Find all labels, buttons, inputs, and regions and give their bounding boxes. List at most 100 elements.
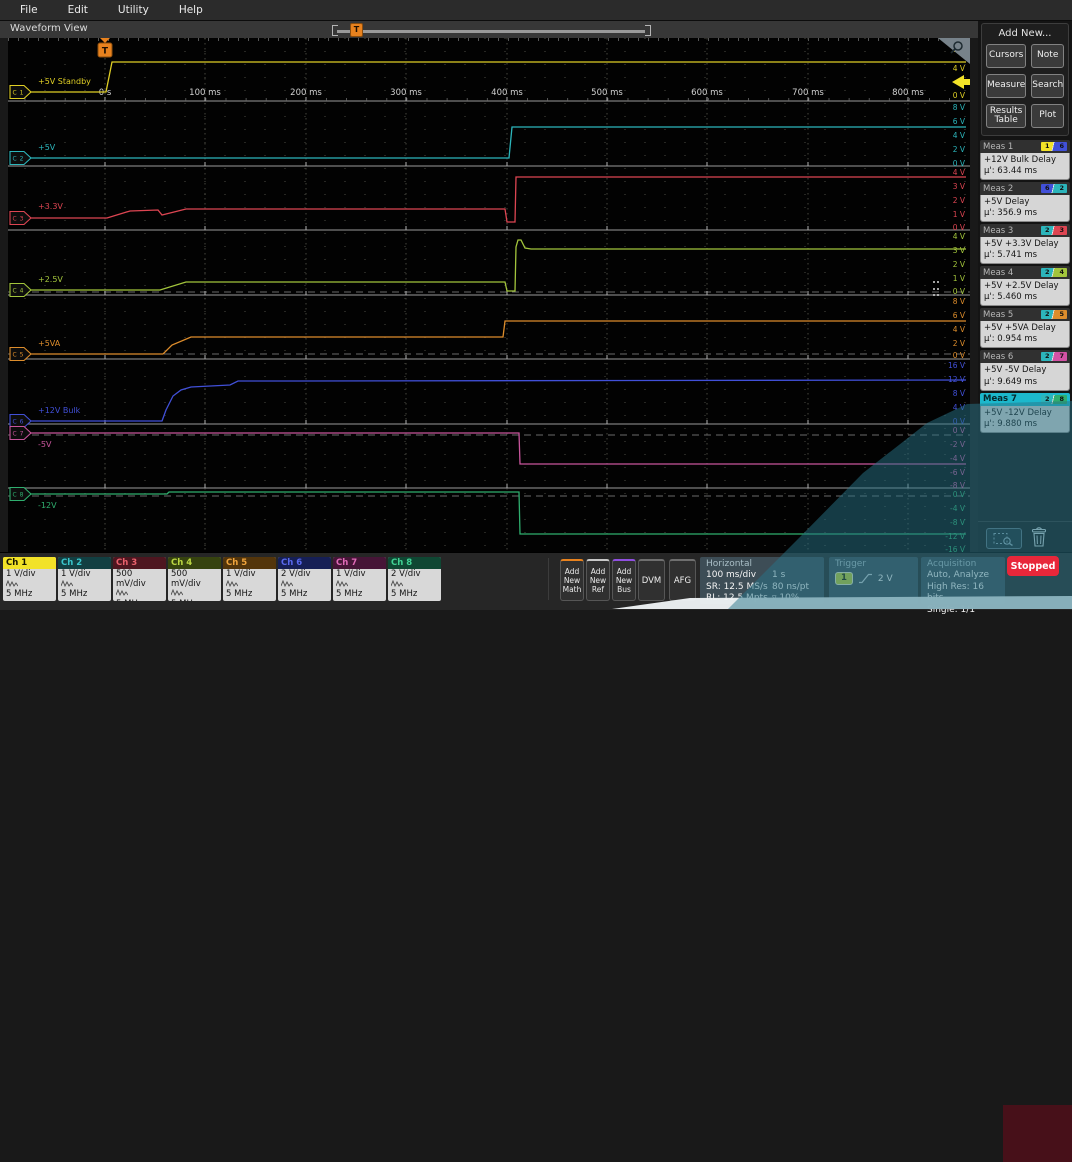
axis-label: 0 V [953, 91, 966, 100]
trigger-position-marker[interactable]: T [350, 23, 363, 37]
channel-bandwidth: 5 MHz [6, 590, 53, 600]
measurement-item-7[interactable]: Meas 728+5V -12V Delayµ': 9.880 ms [980, 393, 1070, 433]
channel-badge-ch7[interactable]: Ch 71 V/div5 MHz [333, 557, 386, 601]
axis-label: 4 V [953, 325, 966, 334]
axis-label: -4 V [950, 504, 966, 513]
measurement-item-4[interactable]: Meas 424+5V +2.5V Delayµ': 5.460 ms [980, 266, 1070, 306]
channel-handle-C1[interactable]: C 1 [10, 86, 31, 99]
measurement-body: +5V +3.3V Delayµ': 5.741 ms [980, 237, 1070, 264]
dvm-button[interactable]: DVM [638, 559, 665, 601]
trace-+2.5V [10, 240, 966, 291]
channel-name-label: +5V [38, 143, 56, 152]
add-new-math-button[interactable]: Add New Math [560, 559, 584, 601]
axis-label: 4 V [953, 64, 966, 73]
channel-scale: 2 V/div [391, 570, 438, 580]
channel-badge-header: Ch 2 [58, 557, 111, 569]
trace-+5VA [10, 321, 966, 354]
axis-label: 4 V [953, 403, 966, 412]
run-stop-button[interactable]: Stopped [1007, 556, 1059, 576]
axis-label: 8 V [953, 297, 966, 306]
axis-label: 3 V [953, 182, 966, 191]
channel-scale: 1 V/div [336, 570, 383, 580]
axis-label: -6 V [950, 468, 966, 477]
waveform-view-tab[interactable]: Waveform View T [0, 21, 978, 38]
measurement-source-badge: 28 [1041, 395, 1067, 404]
horizontal-row: SR: 12.5 MS/s80 ns/pt [706, 582, 818, 594]
channel-handle-C3[interactable]: C 3 [10, 212, 31, 225]
waveform-plot-area[interactable]: 0 s100 ms200 ms300 ms400 ms500 ms600 ms7… [8, 38, 970, 552]
separator [548, 558, 549, 600]
measurement-list: Meas 116+12V Bulk Delayµ': 63.44 msMeas … [980, 140, 1070, 433]
measurement-name: Meas 3 [983, 226, 1013, 236]
channel-bandwidth: 5 MHz [61, 590, 108, 600]
trace-+12V Bulk [10, 380, 966, 421]
measurement-item-6[interactable]: Meas 627+5V -5V Delayµ': 9.649 ms [980, 350, 1070, 390]
channel-badge-ch6[interactable]: Ch 62 V/div5 MHz [278, 557, 331, 601]
add-new-cursors-button[interactable]: Cursors [986, 44, 1026, 68]
measurement-name: Meas 6 [983, 352, 1013, 362]
add-new-ref-button[interactable]: Add New Ref [586, 559, 610, 601]
measurement-value: µ': 5.460 ms [984, 292, 1066, 303]
axis-label: -8 V [950, 481, 966, 490]
channel-bandwidth: 5 MHz [336, 590, 383, 600]
add-new-measure-button[interactable]: Measure [986, 74, 1026, 98]
add-new-title: Add New... [986, 28, 1064, 39]
acquisition-settings-panel[interactable]: Acquisition Auto, AnalyzeHigh Res: 16 bi… [921, 557, 1005, 604]
measurement-item-5[interactable]: Meas 525+5V +5VA Delayµ': 0.954 ms [980, 308, 1070, 348]
channel-handle-C6[interactable]: C 6 [10, 415, 31, 428]
measurement-source-badge: 25 [1041, 310, 1067, 319]
measurement-item-3[interactable]: Meas 3 23 +5V +3.3V Delayµ': 5.741 ms [980, 224, 1070, 264]
trigger-settings-panel[interactable]: Trigger 1 2 V [829, 557, 918, 604]
time-axis-label: 200 ms [290, 88, 322, 98]
channel-name-label: +3.3V [38, 202, 63, 211]
add-new-bus-button[interactable]: Add New Bus [612, 559, 636, 601]
channel-badge-ch3[interactable]: Ch 3500 mV/div5 MHz [113, 557, 166, 601]
channel-handle-C7[interactable]: C 7 [10, 427, 31, 440]
trash-button[interactable] [1030, 526, 1048, 552]
trigger-t-flag-icon[interactable]: T [98, 38, 112, 57]
trigger-level-arrow-icon[interactable] [952, 75, 970, 89]
svg-text:C 7: C 7 [13, 431, 24, 438]
horizontal-settings-panel[interactable]: Horizontal 100 ms/div1 sSR: 12.5 MS/s80 … [700, 557, 824, 604]
svg-text:C 3: C 3 [13, 216, 24, 223]
channel-bandwidth: 5 MHz [226, 590, 273, 600]
menu-item-utility[interactable]: Utility [118, 4, 149, 16]
channel-badge-ch4[interactable]: Ch 4500 mV/div5 MHz [168, 557, 221, 601]
add-new-results-table-button[interactable]: Results Table [986, 104, 1026, 128]
channel-badge-ch2[interactable]: Ch 21 V/div5 MHz [58, 557, 111, 601]
add-new-note-button[interactable]: Note [1031, 44, 1064, 68]
pan-zoom-right-bracket[interactable] [645, 25, 651, 36]
results-side-panel: Add New... CursorsNoteMeasureSearchResul… [978, 21, 1072, 552]
channel-bandwidth: 5 MHz [281, 590, 328, 600]
channel-badge-ch8[interactable]: Ch 82 V/div5 MHz [388, 557, 441, 601]
pan-zoom-slider-track[interactable] [337, 30, 645, 33]
channel-badge-ch5[interactable]: Ch 51 V/div5 MHz [223, 557, 276, 601]
zoom-box-button[interactable] [986, 528, 1022, 549]
channel-handle-C2[interactable]: C 2 [10, 152, 31, 165]
add-new-search-button[interactable]: Search [1031, 74, 1064, 98]
axis-label: 16 V [948, 361, 966, 370]
axis-label: 6 V [953, 311, 966, 320]
magnifier-icon[interactable] [938, 38, 970, 64]
measurement-item-1[interactable]: Meas 116+12V Bulk Delayµ': 63.44 ms [980, 140, 1070, 180]
axis-label: 4 V [953, 168, 966, 177]
afg-button[interactable]: AFG [669, 559, 696, 601]
channel-badge-ch1[interactable]: Ch 11 V/div5 MHz [3, 557, 56, 601]
channel-badge-body: 1 V/div 5 MHz [333, 569, 386, 601]
measurement-item-2[interactable]: Meas 262+5V Delayµ': 356.9 ms [980, 182, 1070, 222]
trigger-level-value: 2 V [878, 574, 893, 584]
add-new-plot-button[interactable]: Plot [1031, 104, 1064, 128]
panel-splitter-grip-icon[interactable] [933, 281, 941, 296]
measurement-body: +5V +2.5V Delayµ': 5.460 ms [980, 279, 1070, 306]
axis-label: 2 V [953, 260, 966, 269]
channel-badge-body: 500 mV/div5 MHz [168, 569, 221, 601]
menu-item-file[interactable]: File [20, 4, 38, 16]
channel-handle-C8[interactable]: C 8 [10, 488, 31, 501]
menu-item-help[interactable]: Help [179, 4, 203, 16]
menu-item-edit[interactable]: Edit [68, 4, 88, 16]
svg-text:C 2: C 2 [13, 156, 24, 163]
axis-label: -8 V [950, 518, 966, 527]
time-axis-label: 300 ms [390, 88, 422, 98]
measurement-source-badge: 23 [1041, 226, 1067, 235]
time-axis-label: 100 ms [189, 88, 221, 98]
